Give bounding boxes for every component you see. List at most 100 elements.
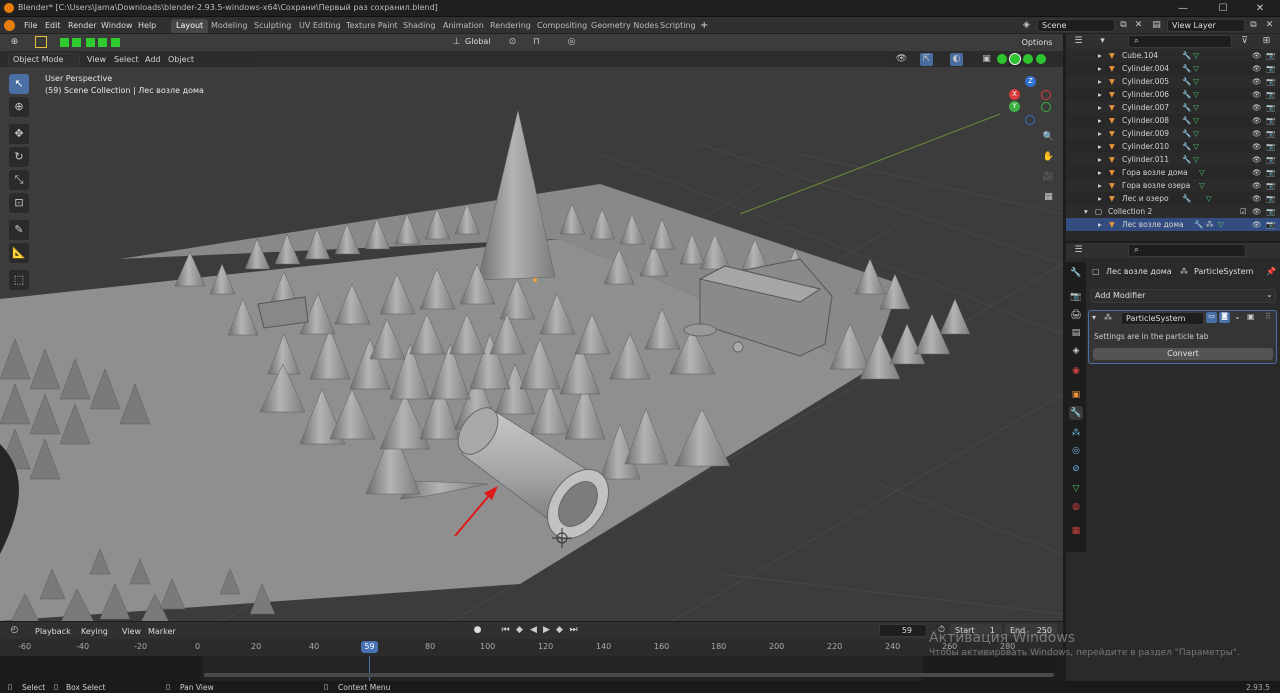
add-cube-tool-icon[interactable]: ⬚	[9, 270, 29, 290]
selection-mode-subtract-icon[interactable]	[86, 38, 95, 47]
visibility-eye-icon[interactable]: 👁	[1252, 75, 1262, 88]
proportional-edit-icon[interactable]: ◎	[565, 36, 578, 49]
tab-rendering[interactable]: Rendering	[485, 19, 536, 33]
filter-icon[interactable]: ⊽	[1238, 35, 1251, 48]
render-tab-icon[interactable]: 📷	[1069, 290, 1083, 304]
material-tab-icon[interactable]: ◍	[1069, 500, 1083, 514]
scene-tab-icon[interactable]: ◈	[1069, 344, 1083, 358]
drag-handle-icon[interactable]: ⠿	[1265, 312, 1271, 321]
view-layer-copy-icon[interactable]: ⧉	[1247, 19, 1260, 32]
blender-menu-icon[interactable]	[4, 20, 15, 31]
menu-file[interactable]: File	[24, 19, 37, 32]
render-camera-icon[interactable]: 📷	[1266, 88, 1275, 101]
next-keyframe-icon[interactable]: ◆	[553, 624, 566, 637]
outliner-row[interactable]: ▸ ▼ Cylinder.006 🔧 ▽ 👁 📷	[1066, 88, 1280, 101]
scene-copy-icon[interactable]: ⧉	[1117, 19, 1130, 32]
frame-ruler[interactable]: -60 -40 -20 0 20 40 60 80 100 120 140 16…	[0, 639, 1063, 656]
tab-animation[interactable]: Animation	[438, 19, 489, 33]
viewport-scene[interactable]	[0, 34, 1063, 621]
physics-tab-icon[interactable]: ◎	[1069, 444, 1083, 458]
tab-geometry-nodes[interactable]: Geometry Nodes	[586, 19, 663, 33]
measure-tool-icon[interactable]: 📐	[9, 243, 29, 263]
menu-help[interactable]: Help	[138, 19, 156, 32]
shading-rendered-icon[interactable]	[1036, 54, 1046, 64]
tab-texture-paint[interactable]: Texture Paint	[341, 19, 403, 33]
tab-layout[interactable]: Layout	[171, 19, 209, 33]
scene-selector[interactable]: Scene	[1037, 19, 1115, 32]
render-camera-icon[interactable]: 📷	[1266, 205, 1275, 218]
timeline-track-area[interactable]	[0, 656, 1063, 681]
jump-start-icon[interactable]: ⏮	[499, 624, 512, 637]
new-collection-icon[interactable]: ⊞	[1260, 35, 1273, 48]
xray-icon[interactable]: ▣	[980, 53, 993, 66]
outliner-row[interactable]: ▸ ▼ Cylinder.011 🔧 ▽ 👁 📷	[1066, 153, 1280, 166]
visibility-eye-icon[interactable]: 👁	[1252, 127, 1262, 140]
outliner-row[interactable]: ▸ ▼ Лес и озеро 🔧 ▽ 👁 📷	[1066, 192, 1280, 205]
properties-search-input[interactable]	[1128, 244, 1246, 257]
orientation-dropdown[interactable]: Global	[465, 37, 491, 46]
add-modifier-dropdown[interactable]: Add Modifier	[1090, 289, 1276, 303]
snap-icon[interactable]: ⊓	[530, 36, 543, 49]
minimize-button[interactable]: —	[1163, 1, 1203, 16]
pivot-icon[interactable]: ⊙	[506, 36, 519, 49]
shading-wireframe-icon[interactable]	[997, 54, 1007, 64]
view-layer-selector[interactable]: View Layer	[1167, 19, 1245, 32]
data-tab-icon[interactable]: ▽	[1069, 482, 1083, 496]
view-layer-tab-icon[interactable]: ▤	[1069, 326, 1083, 340]
selection-mode-new-icon[interactable]	[60, 38, 69, 47]
timeline-menu-keying[interactable]: Keying	[81, 625, 108, 638]
viewport-menu-view[interactable]: View	[87, 53, 106, 66]
shading-material-icon[interactable]	[1023, 54, 1033, 64]
prev-keyframe-icon[interactable]: ◆	[513, 624, 526, 637]
annotate-tool-icon[interactable]: ✎	[9, 220, 29, 240]
tab-compositing[interactable]: Compositing	[532, 19, 592, 33]
output-tab-icon[interactable]: 🖨	[1069, 308, 1083, 322]
close-button[interactable]: ✕	[1240, 1, 1280, 16]
record-icon[interactable]: ●	[471, 624, 484, 637]
outliner-editor-icon[interactable]: ☰	[1072, 35, 1085, 48]
gizmo-neg-y[interactable]	[1041, 102, 1051, 112]
visibility-eye-icon[interactable]: 👁	[1252, 49, 1262, 62]
render-camera-icon[interactable]: 📷	[1266, 179, 1275, 192]
render-camera-icon[interactable]: 📷	[1266, 127, 1275, 140]
visibility-eye-icon[interactable]: 👁	[1252, 205, 1262, 218]
maximize-button[interactable]: ☐	[1203, 1, 1243, 16]
visibility-eye-icon[interactable]: 👁	[1252, 218, 1262, 231]
transform-tool-icon[interactable]: ⊡	[9, 193, 29, 213]
outliner-search-input[interactable]	[1128, 35, 1232, 48]
camera-view-icon[interactable]: 🎥	[1042, 171, 1055, 184]
display-mode-icon[interactable]: ▾	[1096, 35, 1109, 48]
select-box-icon[interactable]	[35, 36, 47, 48]
modifier-close-icon[interactable]: ▣	[1247, 312, 1255, 321]
render-camera-icon[interactable]: 📷	[1266, 49, 1275, 62]
panel-collapse-icon[interactable]: ▾	[1092, 313, 1096, 322]
outliner-row-collection[interactable]: ▾ ▢ Collection 2 ☑ 👁 📷	[1066, 205, 1280, 218]
outliner-row[interactable]: ▸ ▼ Cylinder.007 🔧 ▽ 👁 📷	[1066, 101, 1280, 114]
move-tool-icon[interactable]: ✥	[9, 124, 29, 144]
timeline-menu-playback[interactable]: Playback	[35, 625, 71, 638]
play-reverse-icon[interactable]: ◀	[527, 624, 540, 637]
modifier-tab-icon[interactable]: 🔧	[1069, 406, 1083, 420]
exclude-checkbox-icon[interactable]: ☑	[1240, 205, 1247, 218]
tab-shading[interactable]: Shading	[398, 19, 441, 33]
visibility-eye-icon[interactable]: 👁	[1252, 192, 1262, 205]
tab-uv-editing[interactable]: UV Editing	[294, 19, 346, 33]
jump-end-icon[interactable]: ⏭	[567, 624, 580, 637]
rotate-tool-icon[interactable]: ↻	[9, 147, 29, 167]
visibility-eye-icon[interactable]: 👁	[1252, 88, 1262, 101]
visibility-icon[interactable]: 👁	[895, 53, 908, 66]
gizmo-neg-z[interactable]	[1025, 115, 1035, 125]
world-tab-icon[interactable]: ◉	[1069, 364, 1083, 378]
object-tab-icon[interactable]: ▣	[1069, 388, 1083, 402]
playhead-marker[interactable]: 59	[361, 641, 378, 653]
tab-scripting[interactable]: Scripting	[655, 19, 701, 33]
visibility-eye-icon[interactable]: 👁	[1252, 101, 1262, 114]
navigation-gizmo[interactable]: Z X Y	[1003, 74, 1058, 129]
gizmo-y-axis[interactable]: Y	[1009, 101, 1020, 112]
outliner-row[interactable]: ▸ ▼ Гора возле озера ▽ 👁 📷	[1066, 179, 1280, 192]
modifier-name-field[interactable]: ParticleSystem	[1121, 312, 1204, 325]
convert-button[interactable]: Convert	[1093, 348, 1273, 360]
gizmo-x-axis[interactable]: X	[1009, 89, 1020, 100]
constraints-tab-icon[interactable]: ⊘	[1069, 462, 1083, 476]
gizmo-toggle-icon[interactable]: ⇱	[920, 53, 933, 66]
